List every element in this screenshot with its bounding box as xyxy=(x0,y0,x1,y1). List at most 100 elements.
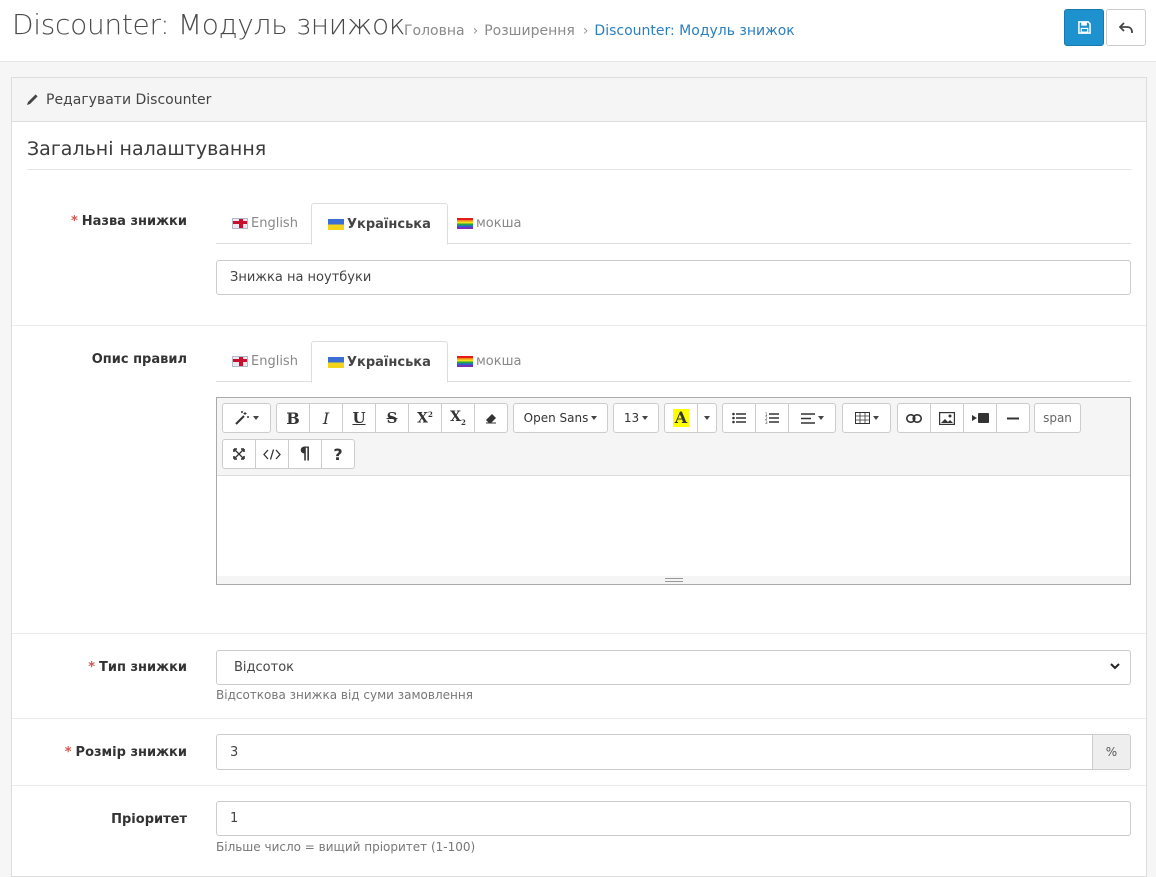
link-button[interactable] xyxy=(897,403,931,433)
rainbow-flag-icon xyxy=(457,356,473,367)
editor-toolbar: B I U S X2 X2 Open Sans 13 A 1 2 3 span … xyxy=(217,398,1130,476)
svg-text:3: 3 xyxy=(765,420,768,424)
page-title: Discounter: Модуль знижок xyxy=(12,8,406,41)
text-color-button[interactable]: A xyxy=(664,403,698,433)
image-button[interactable] xyxy=(930,403,964,433)
strikethrough-button[interactable]: S xyxy=(375,403,409,433)
fullscreen-button[interactable] xyxy=(222,439,256,469)
tab-moksha[interactable]: мокша xyxy=(441,341,537,382)
link-icon xyxy=(906,413,922,423)
editor-content-area[interactable] xyxy=(217,476,1130,576)
eraser-icon xyxy=(486,413,496,423)
tab-moksha[interactable]: мокша xyxy=(441,203,537,244)
highlight-icon: A xyxy=(672,408,690,427)
row-divider xyxy=(12,325,1146,326)
breadcrumb: Головна › Розширення › Discounter: Модул… xyxy=(404,23,795,39)
name-language-tabs: English Українська мокша xyxy=(216,203,1131,245)
breadcrumb-separator: › xyxy=(472,23,479,39)
type-label: * Тип знижки xyxy=(88,660,187,675)
list-ul-icon xyxy=(732,412,746,424)
breadcrumb-extensions[interactable]: Розширення xyxy=(484,23,575,39)
magic-wand-icon xyxy=(235,411,249,425)
tab-english[interactable]: English xyxy=(216,341,314,382)
discount-name-input[interactable]: Знижка на ноутбуки xyxy=(216,260,1131,295)
priority-label: Пріоритет xyxy=(111,812,187,827)
italic-button[interactable]: I xyxy=(309,403,343,433)
editor-resize-handle[interactable] xyxy=(217,576,1130,584)
discount-amount-input[interactable]: 3 xyxy=(216,734,1093,770)
chevron-down-icon xyxy=(704,416,710,420)
table-dropdown[interactable] xyxy=(842,403,891,433)
italic-icon: I xyxy=(322,408,330,428)
image-icon xyxy=(939,411,955,425)
paragraph-align-dropdown[interactable] xyxy=(788,403,836,433)
tab-ukrainian[interactable]: Українська xyxy=(311,203,448,245)
rich-text-editor: B I U S X2 X2 Open Sans 13 A 1 2 3 span … xyxy=(216,397,1131,585)
style-button[interactable] xyxy=(222,403,271,433)
paragraph-button[interactable]: ¶ xyxy=(288,439,322,469)
clear-format-button[interactable] xyxy=(474,403,508,433)
underline-button[interactable]: U xyxy=(342,403,376,433)
video-icon xyxy=(971,413,989,423)
horizontal-rule-button[interactable] xyxy=(996,403,1030,433)
subscript-icon: X2 xyxy=(450,409,466,427)
ukraine-flag-icon xyxy=(328,356,344,368)
underline-icon: U xyxy=(352,409,366,427)
span-style-button[interactable]: span xyxy=(1034,403,1081,433)
pilcrow-icon: ¶ xyxy=(299,444,311,464)
font-family-dropdown[interactable]: Open Sans xyxy=(513,403,608,433)
save-button[interactable] xyxy=(1064,9,1104,46)
strikethrough-icon: S xyxy=(386,409,398,427)
tab-ukrainian[interactable]: Українська xyxy=(311,341,448,383)
rainbow-flag-icon xyxy=(457,218,473,229)
breadcrumb-home[interactable]: Головна xyxy=(404,23,465,39)
fullscreen-icon xyxy=(233,448,245,460)
discount-type-select[interactable]: Відсоток xyxy=(216,650,1131,685)
table-icon xyxy=(854,412,870,424)
reply-icon xyxy=(1119,21,1133,33)
video-button[interactable] xyxy=(963,403,997,433)
grip-icon xyxy=(665,578,683,582)
chevron-down-icon xyxy=(1110,663,1120,670)
priority-help-text: Більше число = вищий пріоритет (1-100) xyxy=(216,840,476,854)
breadcrumb-separator: › xyxy=(582,23,589,39)
edit-panel: Редагувати Discounter Загальні налаштува… xyxy=(11,77,1147,877)
ordered-list-button[interactable]: 123 xyxy=(755,403,789,433)
description-language-tabs: English Українська мокша xyxy=(216,341,1131,383)
question-icon: ? xyxy=(333,444,343,464)
list-ol-icon: 123 xyxy=(765,412,779,424)
code-icon xyxy=(263,448,281,460)
bold-button[interactable]: B xyxy=(276,403,310,433)
page-header: Discounter: Модуль знижок Головна › Розш… xyxy=(0,0,1156,62)
breadcrumb-current[interactable]: Discounter: Модуль знижок xyxy=(594,23,794,39)
row-divider xyxy=(12,785,1146,786)
text-color-dropdown[interactable] xyxy=(697,403,717,433)
name-label: * Назва знижки xyxy=(70,214,187,229)
help-button[interactable]: ? xyxy=(321,439,355,469)
panel-heading: Редагувати Discounter xyxy=(12,78,1146,122)
unordered-list-button[interactable] xyxy=(722,403,756,433)
description-label: Опис правил xyxy=(91,352,187,367)
minus-icon xyxy=(1007,417,1019,419)
row-divider xyxy=(12,633,1146,634)
percent-addon: % xyxy=(1092,734,1131,770)
back-button[interactable] xyxy=(1106,9,1146,46)
save-icon xyxy=(1077,21,1091,34)
pencil-icon xyxy=(26,93,38,106)
code-view-button[interactable] xyxy=(255,439,289,469)
uk-flag-icon xyxy=(232,356,248,367)
priority-input[interactable]: 1 xyxy=(216,801,1131,836)
panel-heading-title: Редагувати Discounter xyxy=(46,91,212,108)
uk-flag-icon xyxy=(232,218,248,229)
amount-input-group: 3 % xyxy=(216,734,1131,770)
subscript-button[interactable]: X2 xyxy=(441,403,475,433)
amount-label: * Розмір знижки xyxy=(64,745,187,760)
superscript-icon: X2 xyxy=(417,409,433,427)
font-size-dropdown[interactable]: 13 xyxy=(613,403,659,433)
ukraine-flag-icon xyxy=(328,218,344,230)
tab-english[interactable]: English xyxy=(216,203,314,244)
bold-icon: B xyxy=(286,408,300,428)
superscript-button[interactable]: X2 xyxy=(408,403,442,433)
type-help-text: Відсоткова знижка від суми замовлення xyxy=(216,688,473,702)
row-divider xyxy=(12,718,1146,719)
